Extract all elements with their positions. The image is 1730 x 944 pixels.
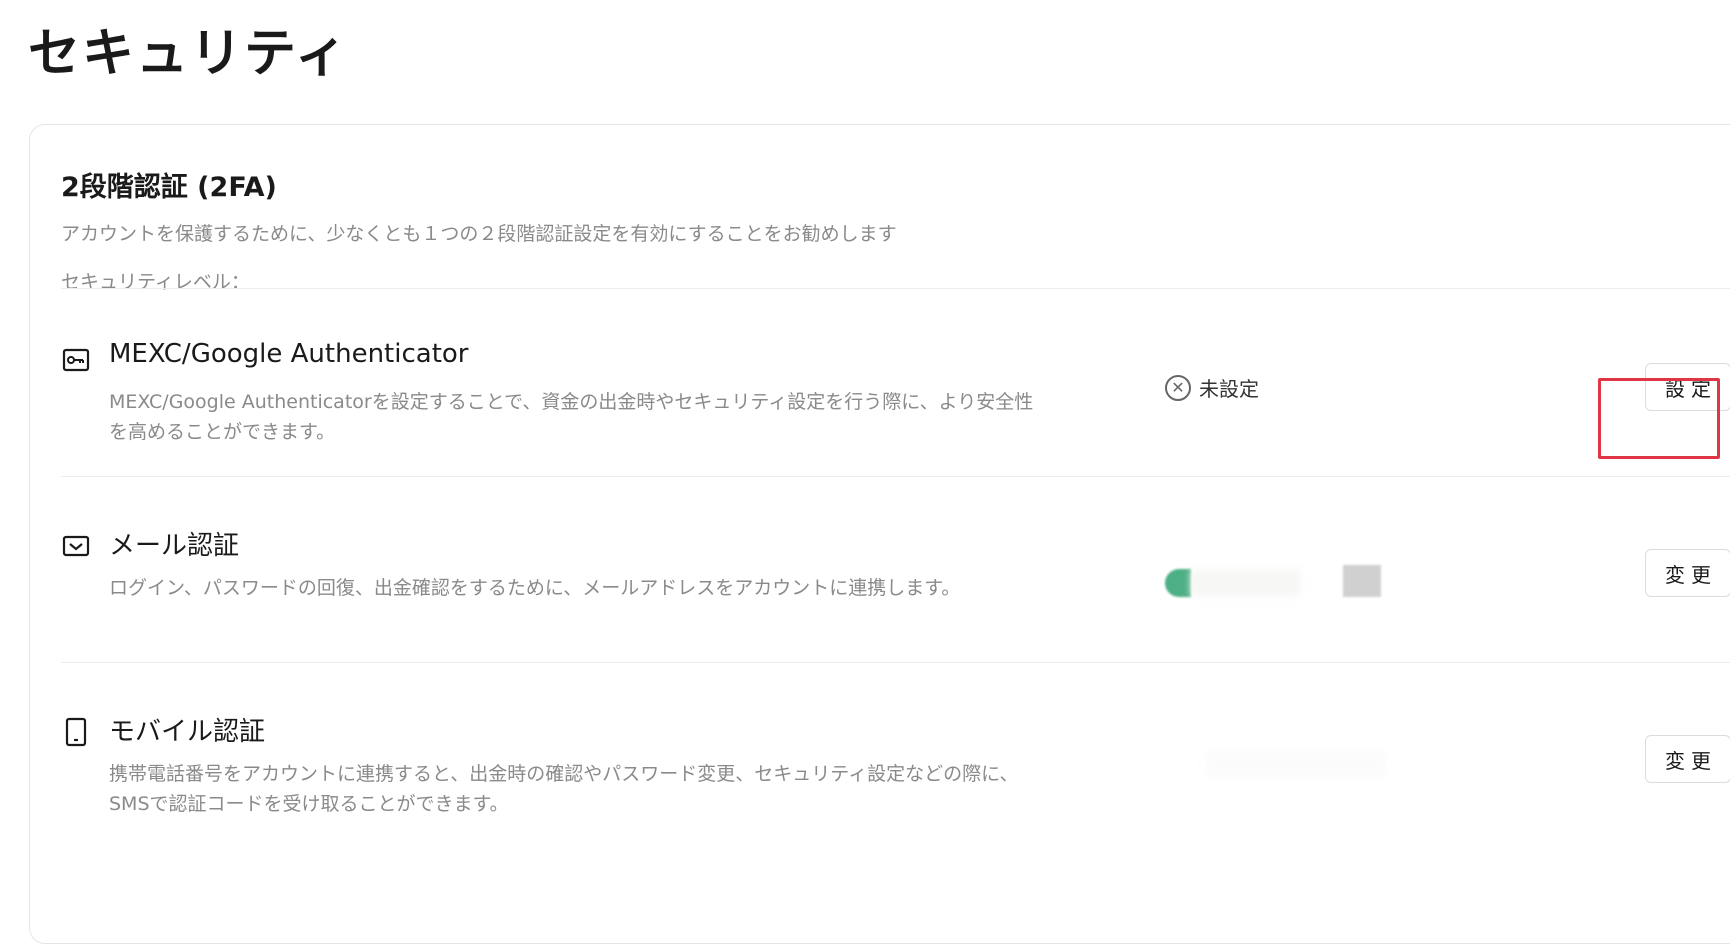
not-set-icon: ✕ [1165, 374, 1191, 401]
divider [61, 288, 1730, 289]
twofa-card: 2段階認証 (2FA) アカウントを保護するために、少なくとも１つの２段階認証設… [29, 124, 1730, 944]
authenticator-description: MEXC/Google Authenticatorを設定することで、資金の出金時… [109, 391, 1034, 443]
divider [61, 662, 1730, 663]
section-description: アカウントを保護するために、少なくとも１つの２段階認証設定を有効にすることをお勧… [61, 223, 897, 245]
page-title: セキュリティ [28, 24, 349, 84]
security-level-label: セキュリティレベル： [61, 271, 250, 293]
mobile-name: モバイル認証 [109, 717, 266, 747]
authenticator-status-text: 未設定 [1199, 377, 1259, 401]
email-status-indicator [1165, 569, 1191, 597]
section-title: 2段階認証 (2FA) [61, 172, 277, 203]
email-item: メール認証 ログイン、パスワードの回復、出金確認をするために、メールアドレスをア… [61, 521, 1730, 651]
security-level: セキュリティレベル： [61, 267, 250, 294]
highlight-box [1598, 378, 1720, 459]
authenticator-item: MEXC/Google Authenticator MEXC/Google Au… [61, 335, 1730, 465]
authenticator-status: ✕ 未設定 [1165, 373, 1259, 402]
mobile-description: 携帯電話番号をアカウントに連携すると、出金時の確認やパスワード変更、セキュリティ… [109, 763, 1019, 815]
authenticator-name: MEXC/Google Authenticator [109, 339, 469, 369]
email-change-button[interactable]: 変更 [1645, 549, 1730, 597]
email-description: ログイン、パスワードの回復、出金確認をするために、メールアドレスをアカウントに連… [109, 577, 961, 599]
mail-icon [61, 531, 91, 561]
key-icon [61, 345, 91, 375]
email-name: メール認証 [109, 531, 240, 561]
divider [61, 476, 1730, 477]
mobile-item: モバイル認証 携帯電話番号をアカウントに連携すると、出金時の確認やパスワード変更… [61, 707, 1730, 837]
mobile-icon [61, 717, 91, 747]
mobile-redacted [1206, 751, 1386, 777]
email-redacted [1191, 569, 1301, 597]
mobile-change-button[interactable]: 変更 [1645, 735, 1730, 783]
email-redacted [1343, 565, 1381, 597]
